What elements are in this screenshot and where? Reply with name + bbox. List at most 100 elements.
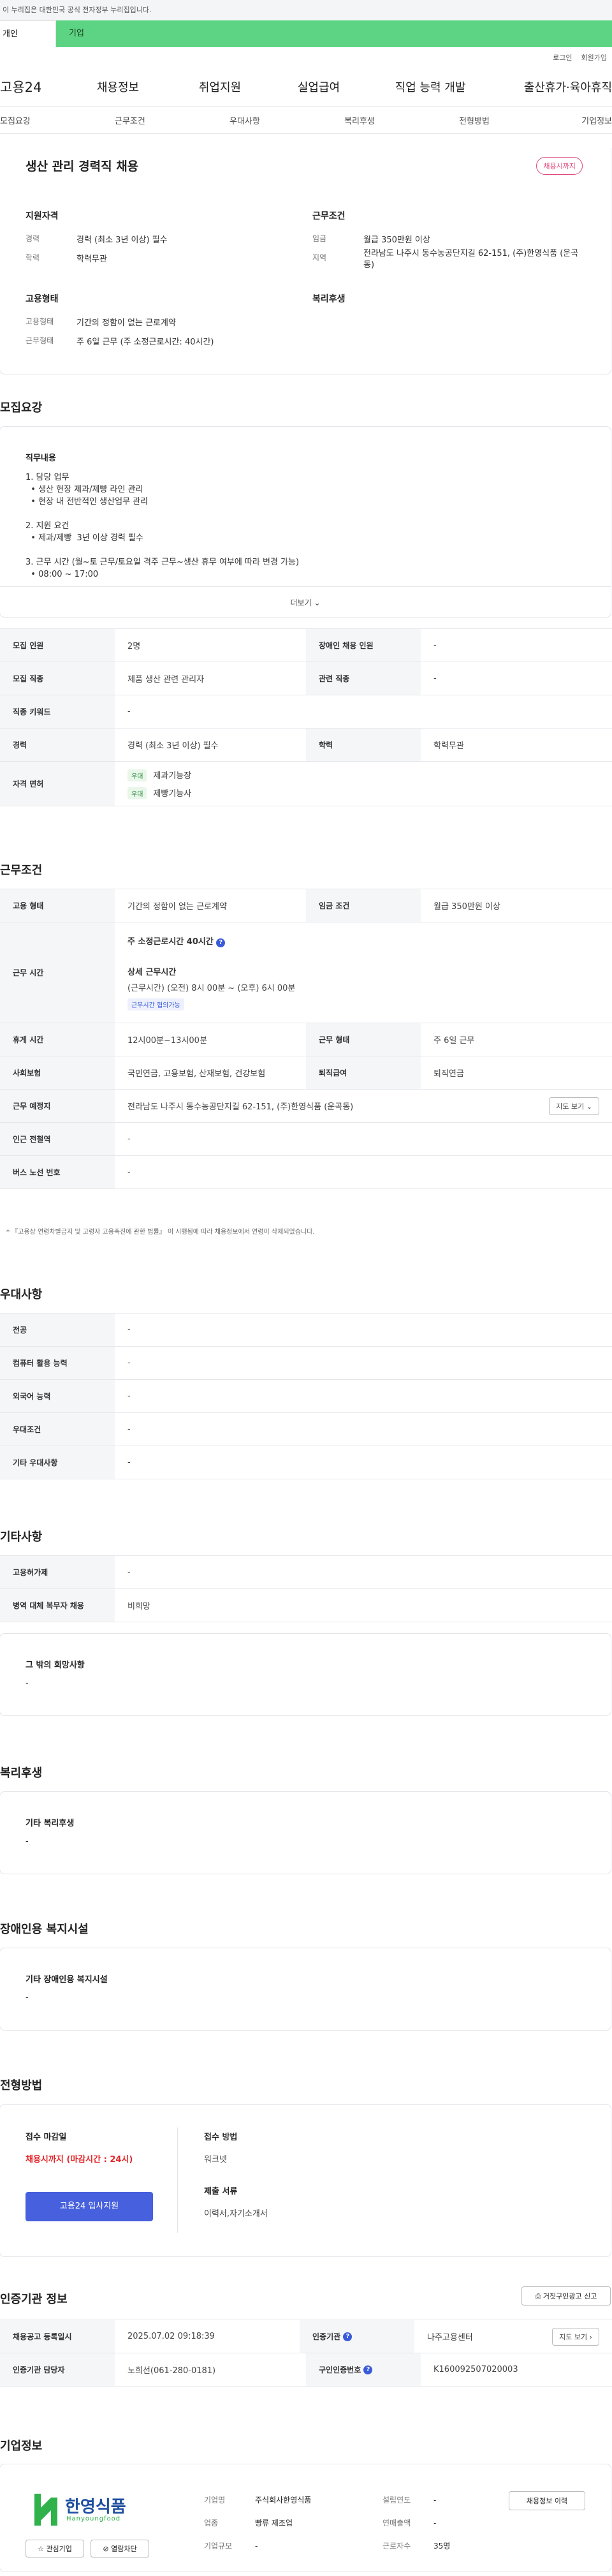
anchor-pref[interactable]: 우대사항 [229,114,344,126]
row-value: - [127,1458,131,1467]
anchor-recruit[interactable]: 모집요강 [0,114,115,126]
row-header: 휴게 시간 [0,1023,115,1056]
row-value: - [127,707,131,716]
company-logo-sub: Hanyoungfood [66,2515,121,2522]
welfare-box-value: - [26,1837,29,1846]
login-link[interactable]: 로그인 [553,52,572,63]
report-button[interactable]: ⎙ 거짓구인광고 신고 [521,2286,611,2306]
table-row: 휴게 시간 12시00분~13시00분 근무 형태 주 6일 근무 [0,1023,612,1056]
row-header: 인근 전철역 [0,1123,115,1155]
method-title: 접수 방법 [204,2133,238,2142]
table-row: 사회보험 국민연금, 고용보험, 산재보험, 건강보험 퇴직급여 퇴직연금 [0,1056,612,1090]
row-value: - [127,1167,131,1177]
etc-table: 고용허가제 - 병역 대체 복무자 채용 비희망 [0,1555,612,1622]
row-value: 나주고용센터 지도 보기 › [414,2320,612,2353]
more-button[interactable]: 더보기 ⌄ [0,586,611,618]
info-value: 35명 [433,2542,451,2550]
row-value: 전라남도 나주시 동수농공단지길 62-151, (주)한영식품 (운곡동) 지… [115,1090,612,1122]
row-value: 제품 생산 관련 관리자 [127,675,205,685]
hours-detail-text: (근무시간) (오전) 8시 00분 ~ (오후) 6시 00분 [127,984,296,993]
other-wish-card: 그 밖의 희망사항 - [0,1633,611,1716]
process-section-title: 전형방법 [0,2079,43,2092]
block-button[interactable]: ⊘ 열람차단 [91,2540,149,2557]
work-section-title: 근무조건 [0,864,43,877]
work-table: 고용 형태 기간의 정함이 없는 근로계약 임금 조건 월급 350만원 이상 … [0,889,612,1189]
map-button-label: 지도 보기 [556,1102,585,1111]
pref-table: 전공 - 컴퓨터 활용 능력 - 외국어 능력 - 우대조건 - 기타 우대사항 - [0,1313,612,1479]
agency-map-button[interactable]: 지도 보기 › [552,2327,599,2346]
info-icon[interactable]: ? [363,2365,373,2374]
row-header: 컴퓨터 활용 능력 [0,1347,115,1379]
row-header: 고용허가제 [0,1556,115,1588]
gnb-item-jobs[interactable]: 채용정보 [70,78,166,95]
row-value: 경력 (최소 3년 이상) 필수 [127,741,219,751]
row-value: - [127,1425,131,1434]
emptype-value: 기간의 정함이 없는 근로계약 [76,318,176,328]
gnb-item-support[interactable]: 취업지원 [166,78,274,95]
row-header: 전공 [0,1314,115,1346]
pref-section-title: 우대사항 [0,1288,43,1301]
cert-number-header: 구인인증번호 [319,2365,361,2374]
table-row: 버스 노선 번호 - [0,1156,612,1189]
row-header: 버스 노선 번호 [0,1156,115,1188]
row-header: 학력 [306,729,421,761]
process-card: 접수 마감일 채용시까지 (마감시간 : 24시) 고용24 입사지원 접수 방… [0,2104,611,2257]
table-row: 우대조건 - [0,1413,612,1446]
cert-agency: 나주고용센터 [427,2333,473,2343]
info-icon[interactable]: ? [216,938,226,947]
duty-title: 직무내용 [26,454,56,463]
info-icon[interactable]: ? [343,2332,353,2341]
qualification-title: 지원자격 [26,211,59,221]
worktype-value: 주 6일 근무 (주 소정근로시간: 40시간) [76,337,214,347]
weekly-hours: 주 소정근로시간 40시간 ? [127,935,226,947]
section-anchor-nav: 모집요강 근무조건 우대사항 복리후생 전형방법 기업정보 [0,106,612,134]
tab-personal[interactable]: 개인 [0,20,56,47]
row-value: 국민연금, 고용보험, 산재보험, 건강보험 [127,1069,266,1079]
signup-link[interactable]: 회원가입 [581,52,607,63]
anchor-company[interactable]: 기업정보 [574,114,612,126]
table-row: 근무 시간 주 소정근로시간 40시간 ? 상세 근무시간 (근무시간) (오전… [0,922,612,1023]
table-row: 모집 직종 제품 생산 관련 관리자 관련 직종 - [0,662,612,695]
gnb-item-unemployment[interactable]: 실업급여 [274,78,363,95]
deadline-value: 채용시까지 (마감시간 : 24시) [26,2155,133,2165]
anchor-work[interactable]: 근무조건 [115,114,229,126]
apply-button[interactable]: 고용24 입사지원 [26,2192,153,2221]
duty-card: 직무내용 1. 담당 업무 • 생산 현장 제과/제빵 라인 관리 • 현장 내… [0,426,611,618]
row-header: 사회보험 [0,1056,115,1089]
list-item: 우대 제과기능장 [127,769,191,781]
hours-detail-title: 상세 근무시간 [127,968,177,977]
tab-business[interactable]: 기업 [56,20,612,47]
anchor-welfare[interactable]: 복리후생 [344,114,459,126]
block-label: 열람차단 [111,2545,137,2553]
row-header: 구인인증번호 ? [306,2353,421,2386]
table-row: 전공 - [0,1314,612,1347]
license-name: 제빵기능사 [153,788,192,799]
row-header: 외국어 능력 [0,1380,115,1412]
info-label: 연매출액 [382,2519,411,2528]
row-header: 퇴직급여 [306,1056,421,1089]
gnb-item-leave[interactable]: 출산휴가·육아휴직 [497,78,612,95]
row-value: - [433,674,437,683]
anchor-process[interactable]: 전형방법 [459,114,574,126]
docs-value: 이력서,자기소개서 [204,2209,268,2219]
favorite-button[interactable]: ☆ 관심기업 [26,2540,84,2557]
report-button-label: 거짓구인광고 신고 [543,2292,597,2300]
list-item: 기업규모 - 근로자수 35명 [204,2535,497,2557]
company-info: 기업명 주식회사한영식품 설립연도 - 업종 빵류 제조업 연매출액 - 기업규모 - 근로자수… [204,2489,497,2557]
pref-badge: 우대 [127,787,147,799]
row-value: 학력무관 [433,741,464,751]
table-row: 병역 대체 복무자 채용 비희망 [0,1589,612,1622]
pref-badge: 우대 [127,769,147,781]
gnb-item-training[interactable]: 직업 능력 개발 [363,78,497,95]
table-row: 고용 형태 기간의 정함이 없는 근로계약 임금 조건 월급 350만원 이상 [0,889,612,922]
history-button[interactable]: 채용정보 이력 [509,2491,585,2510]
table-row: 인증기관 담당자 노희선(061-280-0181) 구인인증번호 ? K160… [0,2353,612,2387]
table-row: 외국어 능력 - [0,1380,612,1413]
star-icon: ☆ [38,2545,44,2553]
info-label: 설립연도 [382,2496,411,2505]
map-button[interactable]: 지도 보기 ⌄ [549,1097,599,1115]
cert-section-title: 인증기관 정보 [0,2293,68,2306]
site-logo[interactable]: 고용24 [0,77,70,96]
chevron-down-icon: ⌄ [314,598,321,607]
row-header: 고용 형태 [0,889,115,922]
